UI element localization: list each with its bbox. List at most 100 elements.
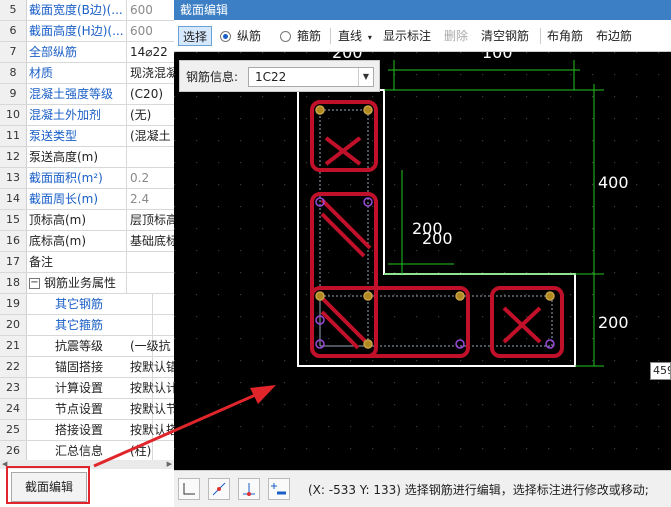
- dialog-statusbar: (X: -533 Y: 133) 选择钢筋进行编辑，选择标注进行修改或移动;: [174, 470, 671, 507]
- property-row[interactable]: 9 混凝土强度等级 (C20): [0, 84, 174, 105]
- property-value[interactable]: [130, 252, 174, 272]
- highlight-annotation-box: [6, 466, 90, 504]
- property-name-text: 锚固搭接: [55, 360, 104, 374]
- collapse-icon[interactable]: −: [29, 278, 40, 289]
- chevron-down-icon[interactable]: ▼: [358, 68, 373, 86]
- dim-right-lower[interactable]: 200: [598, 313, 629, 332]
- show-dims-button[interactable]: 显示标注: [383, 26, 431, 46]
- property-name: 全部纵筋: [29, 42, 127, 62]
- property-name: 泵送高度(m): [29, 147, 127, 167]
- property-row[interactable]: 7 全部纵筋 14⌀22: [0, 42, 174, 63]
- dim-right-upper[interactable]: 400: [598, 173, 629, 192]
- property-value[interactable]: (无): [130, 105, 174, 125]
- property-row[interactable]: 18− 钢筋业务属性: [0, 273, 174, 294]
- side-rebar-button[interactable]: 布边筋: [596, 26, 632, 46]
- dialog-toolbar: 选择 纵筋 箍筋 直线 ▾ 显示标注 删除 清空钢筋 布角筋 布边筋: [174, 20, 671, 52]
- property-row[interactable]: 11 泵送类型 (混凝土: [0, 126, 174, 147]
- rebar-info-panel: 钢筋信息: 1C22 ▼: [179, 60, 380, 92]
- property-row[interactable]: 23 计算设置 按默认计: [0, 378, 174, 399]
- property-row[interactable]: 16 底标高(m) 基础底标: [0, 231, 174, 252]
- property-value[interactable]: (柱): [130, 441, 174, 460]
- property-value[interactable]: [130, 273, 174, 293]
- row-number: 8: [0, 63, 27, 83]
- property-name-text: 混凝土外加剂: [29, 108, 102, 122]
- property-row[interactable]: 5 截面宽度(B边)(... 600: [0, 0, 174, 21]
- property-value[interactable]: 按默认搭: [130, 420, 174, 440]
- property-value[interactable]: (一级抗: [130, 336, 174, 356]
- row-number: 11: [0, 126, 27, 146]
- clear-rebar-button[interactable]: 清空钢筋: [481, 26, 529, 46]
- property-name: − 钢筋业务属性: [29, 273, 127, 293]
- property-row[interactable]: 8 材质 现浇混凝: [0, 63, 174, 84]
- property-value[interactable]: 按默认计: [130, 378, 174, 398]
- property-row[interactable]: 6 截面高度(H边)(... 600: [0, 21, 174, 42]
- toolbar-divider: [540, 28, 541, 44]
- dim-top[interactable]: 100: [482, 52, 513, 62]
- row-number: 13: [0, 168, 27, 188]
- property-row[interactable]: 26 汇总信息 (柱): [0, 441, 174, 460]
- row-number: 6: [0, 21, 27, 41]
- property-value[interactable]: 600: [130, 21, 174, 41]
- property-name-text: 抗震等级: [55, 339, 104, 353]
- property-name: 顶标高(m): [29, 210, 127, 230]
- property-row[interactable]: 12 泵送高度(m): [0, 147, 174, 168]
- property-row[interactable]: 13 截面面积(m²) 0.2: [0, 168, 174, 189]
- property-row[interactable]: 25 搭接设置 按默认搭: [0, 420, 174, 441]
- property-row[interactable]: 24 节点设置 按默认节: [0, 399, 174, 420]
- property-name: 材质: [29, 63, 127, 83]
- property-row[interactable]: 21 抗震等级 (一级抗: [0, 336, 174, 357]
- corner-rebar-button[interactable]: 布角筋: [547, 26, 583, 46]
- property-value[interactable]: (C20): [130, 84, 174, 104]
- property-row[interactable]: 22 锚固搭接 按默认锚: [0, 357, 174, 378]
- drawing-canvas[interactable]: 100 200 400 200 200 200: [174, 52, 671, 470]
- property-row[interactable]: 15 顶标高(m) 层顶标高: [0, 210, 174, 231]
- line-dropdown[interactable]: 直线 ▾: [338, 26, 372, 46]
- stirrup-label: 箍筋: [297, 29, 322, 43]
- row-number: 5: [0, 0, 27, 20]
- property-name-text: 全部纵筋: [29, 45, 78, 59]
- section-edit-dialog: 截面编辑 选择 纵筋 箍筋 直线 ▾ 显示标注 删除 清空钢筋 布角筋 布边筋: [174, 0, 671, 507]
- row-number: 10: [0, 105, 27, 125]
- property-value[interactable]: (混凝土: [130, 126, 174, 146]
- value-tooltip: 459: [650, 362, 671, 380]
- add-point-icon[interactable]: [268, 478, 290, 500]
- property-row[interactable]: 20 其它箍筋: [0, 315, 174, 336]
- select-button[interactable]: 选择: [178, 26, 212, 46]
- property-value[interactable]: 基础底标: [130, 231, 174, 251]
- row-number: 23: [0, 378, 27, 398]
- property-row[interactable]: 19 其它钢筋: [0, 294, 174, 315]
- property-value[interactable]: 0.2: [130, 168, 174, 188]
- property-value[interactable]: [130, 315, 174, 335]
- row-number: 17: [0, 252, 27, 272]
- property-name-text: 截面宽度(B边)(...: [29, 3, 123, 17]
- property-value[interactable]: 2.4: [130, 189, 174, 209]
- property-value[interactable]: 按默认锚: [130, 357, 174, 377]
- property-name: 截面宽度(B边)(...: [29, 0, 127, 20]
- property-value[interactable]: [130, 147, 174, 167]
- property-value[interactable]: 14⌀22: [130, 42, 174, 62]
- stirrup-radio[interactable]: 箍筋: [280, 26, 321, 46]
- delete-button[interactable]: 删除: [444, 26, 468, 46]
- perpendicular-snap-icon[interactable]: [238, 478, 260, 500]
- orthogonal-snap-icon[interactable]: [178, 478, 200, 500]
- property-value[interactable]: 现浇混凝: [130, 63, 174, 83]
- property-name: 混凝土强度等级: [29, 84, 127, 104]
- property-name-text: 泵送高度(m): [29, 150, 99, 164]
- longitudinal-radio[interactable]: 纵筋: [220, 26, 261, 46]
- property-row[interactable]: 10 混凝土外加剂 (无): [0, 105, 174, 126]
- property-row[interactable]: 14 截面周长(m) 2.4: [0, 189, 174, 210]
- rebar-info-label: 钢筋信息:: [186, 70, 239, 84]
- scroll-right-icon[interactable]: ▶: [167, 460, 172, 469]
- property-value[interactable]: [130, 294, 174, 314]
- property-value[interactable]: 按默认节: [130, 399, 174, 419]
- dim-mid-2[interactable]: 200: [422, 229, 453, 248]
- property-row[interactable]: 17 备注: [0, 252, 174, 273]
- angle-snap-icon[interactable]: [208, 478, 230, 500]
- property-name-text: 节点设置: [55, 402, 104, 416]
- row-number: 12: [0, 147, 27, 167]
- rebar-info-select[interactable]: 1C22 ▼: [248, 67, 374, 87]
- property-table: 5 截面宽度(B边)(... 600 6 截面高度(H边)(... 600 7 全部纵筋 14⌀…: [0, 0, 174, 460]
- property-name: 备注: [29, 252, 127, 272]
- property-value[interactable]: 层顶标高: [130, 210, 174, 230]
- property-value[interactable]: 600: [130, 0, 174, 20]
